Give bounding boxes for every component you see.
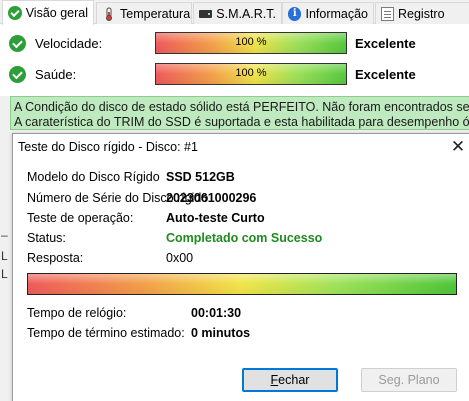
tab-info[interactable]: i Informação [282,2,374,24]
health-bar-text: 100 % [235,67,267,79]
background-mark: – [1,228,8,242]
tab-label: Visão geral [25,6,88,20]
model-value: SSD 512GB [166,170,235,184]
test-progress-bar [27,273,457,295]
speed-row: Velocidade: 100 % Excelente [0,32,469,56]
model-label: Modelo do Disco Rígido [27,170,160,184]
disk-test-dialog: Teste do Disco rígido - Disco: #1 ✕ Mode… [12,133,469,401]
clock-time-value: 00:01:30 [191,306,242,320]
background-mark: L [1,249,8,263]
estimated-time-value: 0 minutos [191,326,251,340]
operation-label: Teste de operação: [27,211,134,225]
app-window: Visão geral Temperatura S.M.A.R.T. i Inf… [0,0,469,401]
response-value: 0x00 [166,251,194,265]
thermometer-icon [102,7,116,21]
check-circle-icon [9,66,26,83]
close-button-label: echar [278,373,310,387]
close-button-mnemonic: F [270,373,279,387]
tab-overview[interactable]: Visão geral [2,0,94,25]
status-value: Completado com Sucesso [166,231,323,245]
tab-registry[interactable]: Registro [375,2,469,24]
tab-temperature[interactable]: Temperatura [96,2,192,24]
close-button[interactable]: Fechar [242,368,338,392]
serial-value: 2023061000296 [166,191,257,205]
tab-label: Temperatura [120,6,191,21]
speed-value: Excelente [355,36,416,51]
tab-smart[interactable]: S.M.A.R.T. [193,2,282,24]
health-value: Excelente [355,67,416,82]
info-icon: i [288,6,302,21]
check-circle-icon [9,35,26,52]
estimated-time-label: Tempo de término estimado: [27,326,185,340]
response-label: Resposta: [27,251,84,265]
operation-value: Auto-teste Curto [166,211,265,225]
speed-label: Velocidade: [35,36,103,51]
tab-label: Informação [305,6,368,21]
status-line-2: A caraterística do TRIM do SSD é suporta… [14,115,469,129]
speed-bar-text: 100 % [235,36,267,48]
health-label: Saúde: [35,67,77,82]
registry-icon [381,6,394,21]
close-icon[interactable]: ✕ [448,136,468,158]
tab-label: Registro [398,6,445,21]
disk-icon [199,9,213,18]
speed-bar: 100 % [155,32,347,54]
health-bar: 100 % [155,63,347,85]
background-button-label: Seg. Plano [378,373,440,387]
background-window-edge: – L L [0,130,12,401]
overview-panel: Velocidade: 100 % Excelente Saúde: 100 %… [0,24,469,96]
status-line-1: A Condição do disco de estado sólido est… [14,100,469,114]
check-circle-icon [8,6,22,20]
tab-strip: Visão geral Temperatura S.M.A.R.T. i Inf… [0,0,469,25]
status-message: A Condição do disco de estado sólido est… [10,96,469,130]
health-row: Saúde: 100 % Excelente [0,63,469,87]
tab-label: S.M.A.R.T. [216,6,276,21]
status-label: Status: [27,231,66,245]
background-mark: L [1,267,8,281]
dialog-title: Teste do Disco rígido - Disco: #1 [18,140,198,154]
background-button[interactable]: Seg. Plano [361,368,457,392]
clock-time-label: Tempo de relógio: [27,306,127,320]
